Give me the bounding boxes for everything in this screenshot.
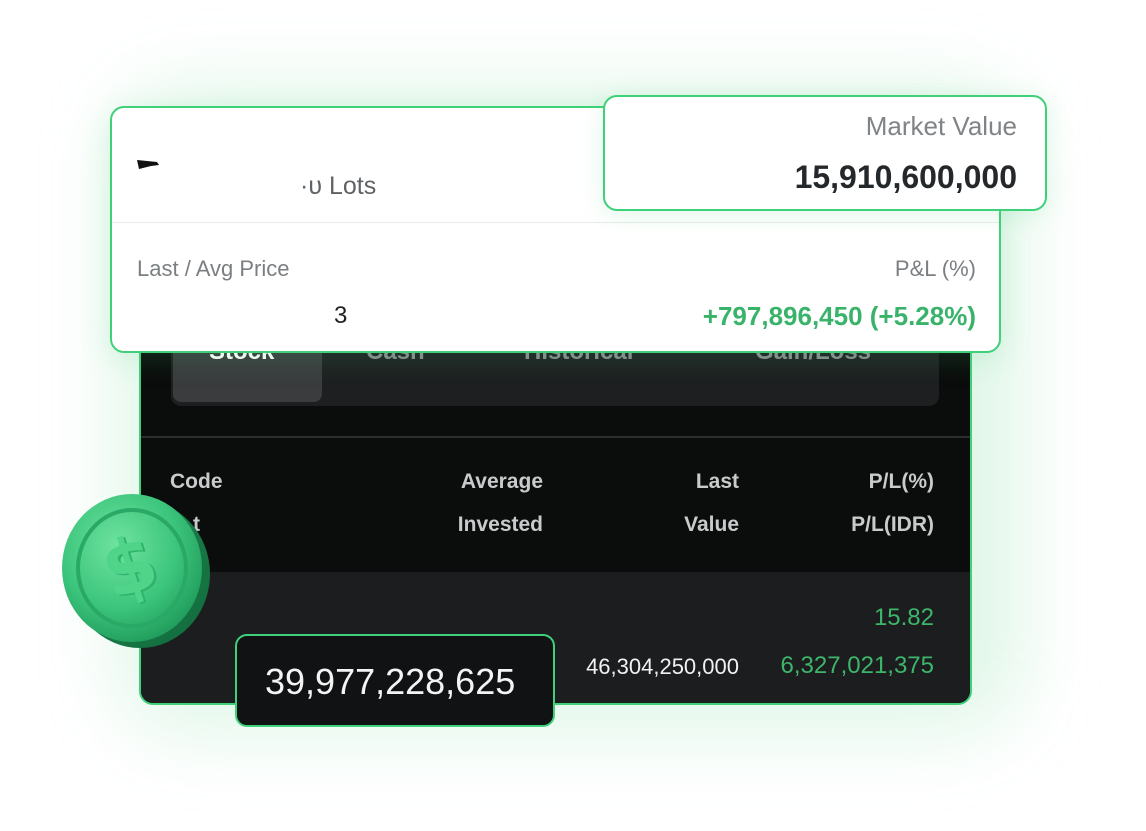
stage: Stock Cash Historical Gain/Loss Code t A… xyxy=(0,0,1146,831)
header-average: Average xyxy=(460,470,543,493)
last-avg-value: 3 xyxy=(334,302,348,329)
pl-value: +797,896,450 (+5.28%) xyxy=(702,301,976,331)
card-divider xyxy=(112,222,999,223)
header-value: Value xyxy=(684,513,739,536)
market-value-amount: 15,910,600,000 xyxy=(794,159,1017,195)
dollar-coin-icon: $ $ xyxy=(62,494,210,648)
market-value-callout: Market Value 15,910,600,000 xyxy=(603,95,1047,211)
pl-label: P&L (%) xyxy=(894,256,976,281)
header-divider xyxy=(141,436,970,438)
row-value: 46,304,250,000 xyxy=(586,654,739,679)
invested-callout: 39,977,228,625 xyxy=(235,634,555,727)
market-value-label: Market Value xyxy=(865,111,1017,141)
last-avg-label: Last / Avg Price xyxy=(137,256,290,281)
row-pl-pct: 15.82 xyxy=(873,604,934,631)
invested-amount: 39,977,228,625 xyxy=(265,661,516,702)
lots-text: ·υ Lots xyxy=(300,172,377,200)
header-pl-idr: P/L(IDR) xyxy=(851,513,934,536)
header-pl-pct: P/L(%) xyxy=(868,470,934,493)
header-invested: Invested xyxy=(457,513,543,536)
flag-icon xyxy=(137,160,159,169)
row-pl-idr: 6,327,021,375 xyxy=(780,652,934,679)
header-last: Last xyxy=(695,470,739,493)
